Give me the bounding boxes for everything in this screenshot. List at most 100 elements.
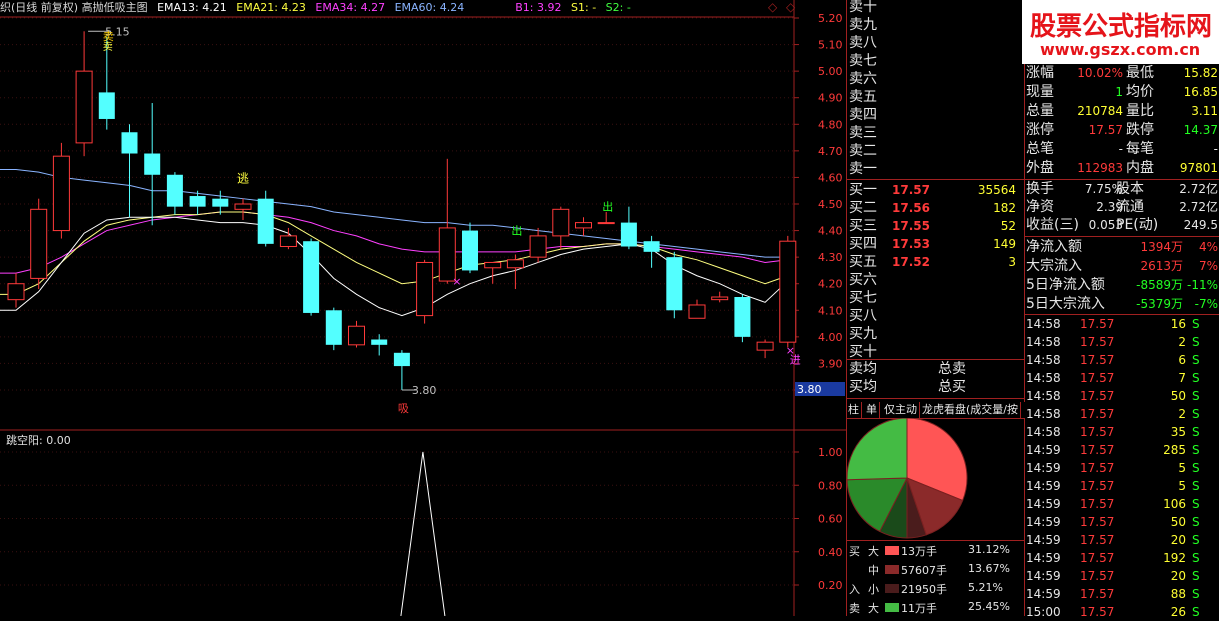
sell-level-label: 卖二 — [849, 143, 877, 159]
legend-size: 大 — [868, 602, 879, 615]
buy-level-label: 买六 — [849, 272, 877, 288]
b1-x-mark: × — [786, 344, 795, 357]
price-tick-label: 4.60 — [818, 171, 843, 184]
tick-time: 14:59 — [1026, 515, 1061, 529]
tab-0[interactable]: 柱 — [846, 402, 862, 418]
price-tick-label: 4.40 — [818, 225, 843, 238]
quote-value-2: 3.11 — [1191, 104, 1218, 118]
out-label-2: 出 — [602, 200, 613, 214]
candle-body — [620, 222, 637, 247]
legend-divider — [846, 540, 1024, 541]
tick-volume: 88 — [1170, 587, 1186, 601]
candle-body — [643, 241, 660, 252]
tick-volume: 106 — [1163, 497, 1186, 511]
quote-value: 1 — [1115, 85, 1123, 99]
tick-volume: 6 — [1178, 353, 1186, 367]
kline-chart[interactable]: 5.20 5.10 5.00 4.90 4.80 4.70 4.60 4.50 4.40 4.30… — [0, 0, 846, 616]
quote-key: 涨幅 — [1026, 65, 1054, 81]
candle-body — [416, 261, 434, 317]
fund-key: 收益(三) — [1026, 217, 1079, 233]
tick-side: S — [1192, 353, 1200, 367]
sell-level-label: 卖七 — [849, 53, 877, 69]
flow-pct: -7% — [1194, 297, 1218, 311]
price-tick-label: 3.90 — [818, 357, 843, 370]
quote-key: 涨停 — [1026, 122, 1054, 138]
candle-body — [7, 283, 25, 301]
buy-arrow-label: 吸 — [398, 402, 409, 415]
b1-x-mark: × — [452, 275, 461, 288]
tick-volume: 2 — [1178, 335, 1186, 349]
price-tick-label: 4.90 — [818, 92, 843, 105]
flow-value: 2613万 — [1140, 259, 1183, 273]
quote-value-2: 15.82 — [1183, 66, 1218, 80]
lower-indicator-title: 跳空阳: 0.00 — [6, 434, 71, 447]
buy-level-volume: 149 — [993, 237, 1016, 251]
quote-key: 外盘 — [1026, 160, 1054, 176]
flow-value: -5379万 — [1136, 297, 1183, 311]
legend-size: 中 — [868, 564, 879, 577]
quote-value-2: 16.85 — [1183, 85, 1218, 99]
tick-price: 17.57 — [1080, 569, 1115, 583]
tick-time: 14:59 — [1026, 461, 1061, 475]
fund-key-2: 流通 — [1116, 199, 1144, 215]
buy-level-volume: 35564 — [977, 183, 1016, 197]
price-tick-label: 4.80 — [818, 118, 843, 131]
buy-level-volume: 3 — [1008, 255, 1016, 269]
candle-body — [438, 227, 456, 282]
quote-key-2: 跌停 — [1126, 122, 1154, 138]
ema60-label: EMA60: 4.24 — [394, 1, 465, 14]
tick-side: S — [1192, 389, 1200, 403]
price-tick-label: 4.30 — [818, 251, 843, 264]
quote-value: 17.57 — [1088, 123, 1123, 137]
b1-label: B1: 3.92 — [515, 1, 562, 14]
candle-body — [121, 132, 138, 154]
flow-label: 5日大宗流入 — [1026, 296, 1105, 312]
legend-size: 大 — [868, 545, 879, 558]
diamond-icon-2[interactable]: ◇ — [786, 0, 795, 14]
candle-body — [597, 222, 615, 225]
ema34-label: EMA34: 4.27 — [315, 1, 386, 14]
candle-body — [348, 325, 365, 346]
quote-key-2: 最低 — [1126, 65, 1154, 81]
quote-value: 112983 — [1077, 161, 1123, 175]
flow-label: 大宗流入 — [1026, 258, 1082, 274]
quote-panel: 卖十 卖九 卖八 卖七 卖六 卖五 卖四 卖三 卖二 卖一 买一 17.57 35564 买二 17.56… — [846, 0, 1219, 619]
flow-value: -8589万 — [1136, 278, 1183, 292]
watermark-title: 股票公式指标网 — [1030, 12, 1213, 42]
tick-time: 14:59 — [1026, 497, 1061, 511]
sell-level-label: 卖九 — [849, 17, 877, 33]
tick-price: 17.57 — [1080, 371, 1115, 385]
legend-amount: 57607手 — [901, 564, 947, 577]
buy-level-volume: 182 — [993, 201, 1016, 215]
tick-volume: 50 — [1170, 389, 1186, 403]
out-label-1: 出 — [511, 224, 522, 238]
tick-time: 14:58 — [1026, 317, 1061, 331]
diamond-icon[interactable]: ◇ — [768, 0, 777, 14]
candle-body — [30, 208, 48, 279]
tick-price: 17.57 — [1080, 551, 1115, 565]
buy-level-price: 17.56 — [892, 201, 930, 215]
tab-1[interactable]: 单 — [864, 402, 880, 418]
tick-volume: 7 — [1178, 371, 1186, 385]
fund-key-2: 股本 — [1116, 181, 1144, 197]
sell-level-label: 卖八 — [849, 35, 877, 51]
flow-label: 5日净流入额 — [1026, 277, 1105, 293]
buy-level-volume: 52 — [1000, 219, 1016, 233]
panel-divider-mid-2 — [1024, 418, 1025, 616]
tab-2[interactable]: 仅主动 — [882, 402, 920, 418]
candle-body — [734, 297, 751, 337]
tick-side: S — [1192, 317, 1200, 331]
candle-body — [257, 198, 274, 244]
flow-divider — [1024, 314, 1219, 315]
lower-tick-label: 0.40 — [818, 546, 843, 559]
fund-key: 换手 — [1026, 181, 1054, 197]
total-buy-label: 总买 — [938, 379, 966, 395]
candle-body — [575, 222, 592, 229]
tick-time: 14:59 — [1026, 569, 1061, 583]
flow-label: 净流入额 — [1026, 239, 1082, 255]
escape-label: 逃 — [237, 172, 249, 186]
buy-level-label: 买三 — [849, 218, 877, 234]
tick-time: 14:59 — [1026, 551, 1061, 565]
tick-time: 14:58 — [1026, 389, 1061, 403]
tab-3[interactable]: 龙虎看盘(成交量/按 — [920, 402, 1021, 418]
